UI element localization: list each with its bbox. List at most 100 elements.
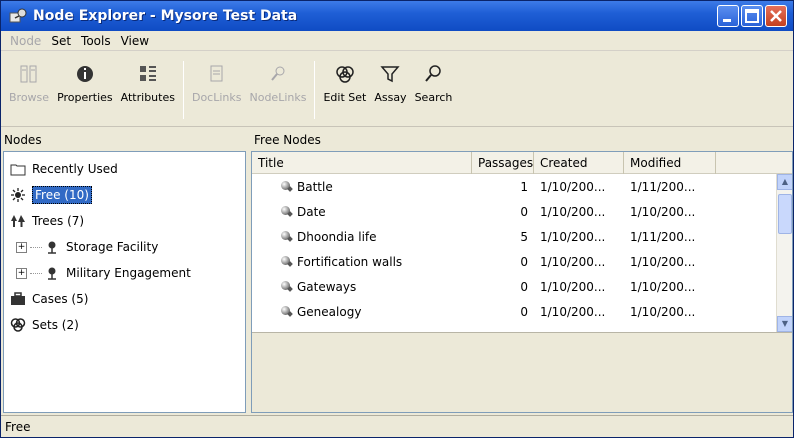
table-row[interactable]: Dhoondia life 5 1/10/200... 1/11/200... bbox=[252, 224, 772, 249]
table-row[interactable]: Genealogy 0 1/10/200... 1/10/200... bbox=[252, 299, 772, 324]
cell-modified: 1/11/200... bbox=[630, 179, 696, 194]
table-row[interactable]: Battle 1 1/10/200... 1/11/200... bbox=[252, 174, 772, 199]
tree-item-military-engagement[interactable]: + Military Engagement bbox=[4, 260, 245, 286]
status-bar: Free bbox=[1, 415, 793, 437]
menu-node[interactable]: Node bbox=[5, 34, 46, 48]
minimize-button[interactable] bbox=[717, 5, 739, 27]
tree-item-sets[interactable]: Sets (2) bbox=[4, 312, 245, 338]
cell-modified: 1/10/200... bbox=[630, 304, 696, 319]
node-explorer-window: Node Explorer - Mysore Test Data Node Se… bbox=[0, 0, 794, 438]
cell-modified: 1/11/200... bbox=[630, 229, 696, 244]
cell-created: 1/10/200... bbox=[540, 204, 606, 219]
menu-view[interactable]: View bbox=[116, 34, 154, 48]
scroll-down-arrow[interactable]: ▼ bbox=[777, 316, 792, 332]
trees-icon bbox=[10, 214, 26, 228]
assay-label: Assay bbox=[374, 91, 407, 104]
tree-item-label: Free (10) bbox=[32, 186, 92, 204]
menu-tools[interactable]: Tools bbox=[76, 34, 116, 48]
tree-connector bbox=[30, 272, 42, 274]
properties-button[interactable]: Properties bbox=[53, 57, 117, 119]
assay-button[interactable]: Assay bbox=[370, 57, 410, 119]
tree-item-label: Trees (7) bbox=[32, 214, 85, 228]
tree-item-recently-used[interactable]: Recently Used bbox=[4, 156, 245, 182]
cell-modified: 1/10/200... bbox=[630, 279, 696, 294]
tree-item-storage-facility[interactable]: + Storage Facility bbox=[4, 234, 245, 260]
toolbar: Browse Properties Attributes DocLinks No… bbox=[1, 53, 793, 127]
list-header: Title Passages Created Modified bbox=[252, 152, 792, 174]
node-icon bbox=[280, 230, 293, 243]
cell-title: Gateways bbox=[297, 279, 357, 294]
free-nodes-list: Title Passages Created Modified Battle 1… bbox=[251, 151, 793, 413]
doclinks-button[interactable]: DocLinks bbox=[188, 57, 246, 119]
cell-created: 1/10/200... bbox=[540, 304, 606, 319]
list-body: Battle 1 1/10/200... 1/11/200... Date 0 … bbox=[252, 174, 772, 332]
search-button[interactable]: Search bbox=[411, 57, 457, 119]
vertical-scrollbar[interactable]: ▲ ▼ bbox=[776, 174, 792, 332]
tree-item-label: Storage Facility bbox=[66, 240, 159, 254]
nodes-tree[interactable]: Recently Used Free (10) Trees (7) + Stor… bbox=[3, 151, 246, 413]
node-icon bbox=[280, 280, 293, 293]
node-icon bbox=[280, 305, 293, 318]
title-bar[interactable]: Node Explorer - Mysore Test Data bbox=[1, 1, 793, 31]
cell-title: Dhoondia life bbox=[297, 229, 377, 244]
attributes-button[interactable]: Attributes bbox=[117, 57, 179, 119]
edit-set-label: Edit Set bbox=[323, 91, 367, 104]
free-nodes-icon bbox=[10, 188, 26, 202]
close-button[interactable] bbox=[765, 5, 787, 27]
tree-item-label: Sets (2) bbox=[32, 318, 79, 332]
column-header-passages[interactable]: Passages bbox=[472, 152, 534, 174]
tree-connector bbox=[30, 246, 42, 248]
table-row[interactable]: Fortification walls 0 1/10/200... 1/10/2… bbox=[252, 249, 772, 274]
menu-set[interactable]: Set bbox=[46, 34, 76, 48]
properties-label: Properties bbox=[57, 91, 113, 104]
sets-icon bbox=[10, 318, 26, 332]
tree-item-cases[interactable]: Cases (5) bbox=[4, 286, 245, 312]
browse-label: Browse bbox=[9, 91, 50, 104]
column-header-empty bbox=[716, 152, 776, 174]
cell-modified: 1/10/200... bbox=[630, 254, 696, 269]
cell-created: 1/10/200... bbox=[540, 279, 606, 294]
tree-item-label: Military Engagement bbox=[66, 266, 191, 280]
nodelinks-button[interactable]: NodeLinks bbox=[245, 57, 310, 119]
attributes-icon bbox=[137, 63, 159, 85]
folder-icon bbox=[10, 162, 26, 176]
doclinks-icon bbox=[206, 63, 228, 85]
expand-toggle[interactable]: + bbox=[16, 241, 27, 253]
doclinks-label: DocLinks bbox=[191, 91, 242, 104]
browse-icon bbox=[18, 63, 40, 85]
attributes-label: Attributes bbox=[120, 91, 175, 104]
expand-toggle[interactable]: + bbox=[16, 267, 27, 279]
tree-item-free[interactable]: Free (10) bbox=[4, 182, 245, 208]
nodes-pane-header: Nodes bbox=[4, 133, 42, 147]
node-icon bbox=[280, 205, 293, 218]
scroll-up-arrow[interactable]: ▲ bbox=[777, 174, 792, 190]
cell-title: Battle bbox=[297, 179, 333, 194]
scroll-thumb[interactable] bbox=[778, 194, 792, 234]
edit-set-button[interactable]: Edit Set bbox=[319, 57, 370, 119]
nodelinks-label: NodeLinks bbox=[249, 91, 307, 104]
column-header-created[interactable]: Created bbox=[534, 152, 624, 174]
app-icon bbox=[9, 8, 27, 24]
node-icon bbox=[280, 255, 293, 268]
menu-bar: Node Set Tools View bbox=[1, 31, 793, 51]
cell-created: 1/10/200... bbox=[540, 254, 606, 269]
maximize-button[interactable] bbox=[741, 5, 763, 27]
node-icon bbox=[280, 180, 293, 193]
free-nodes-pane-header: Free Nodes bbox=[254, 133, 321, 147]
column-header-title[interactable]: Title bbox=[252, 152, 472, 174]
search-icon bbox=[422, 63, 444, 85]
cell-title: Genealogy bbox=[297, 304, 362, 319]
column-header-modified[interactable]: Modified bbox=[624, 152, 716, 174]
table-row[interactable]: Gateways 0 1/10/200... 1/10/200... bbox=[252, 274, 772, 299]
cases-icon bbox=[10, 292, 26, 306]
tree-item-label: Cases (5) bbox=[32, 292, 89, 306]
tree-item-trees[interactable]: Trees (7) bbox=[4, 208, 245, 234]
cell-created: 1/10/200... bbox=[540, 179, 606, 194]
browse-button[interactable]: Browse bbox=[5, 57, 53, 119]
tree-item-label: Recently Used bbox=[32, 162, 118, 176]
filter-icon bbox=[379, 63, 401, 85]
table-row[interactable]: Date 0 1/10/200... 1/10/200... bbox=[252, 199, 772, 224]
cell-modified: 1/10/200... bbox=[630, 204, 696, 219]
cell-created: 1/10/200... bbox=[540, 229, 606, 244]
cell-passages: 0 bbox=[520, 304, 528, 319]
